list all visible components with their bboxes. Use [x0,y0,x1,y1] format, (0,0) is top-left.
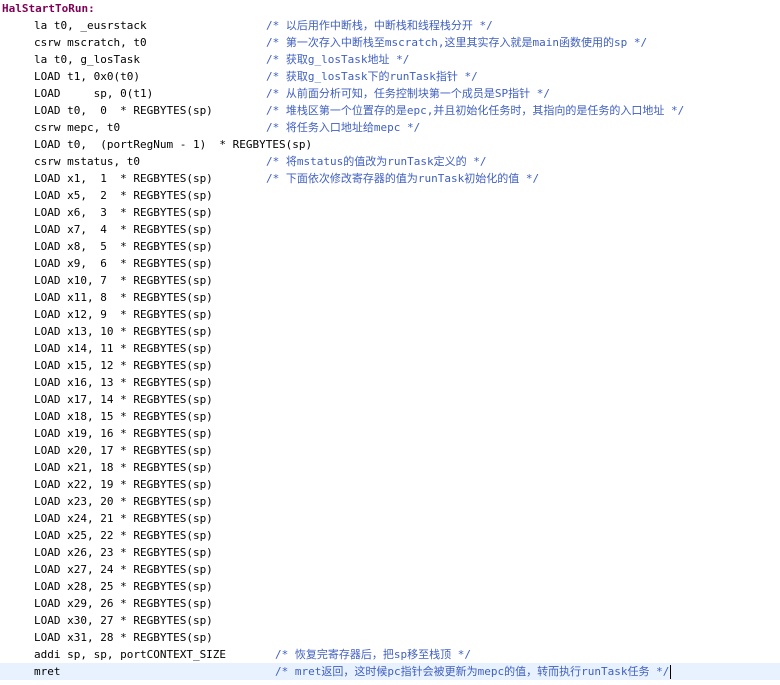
instruction: LOAD x5, 2 * REGBYTES(sp) [34,189,213,202]
code-line[interactable]: LOAD t1, 0x0(t0) /* 获取g_losTask下的runTask指… [0,68,780,85]
instruction: LOAD x24, 21 * REGBYTES(sp) [34,512,213,525]
code-line[interactable]: LOAD x29, 26 * REGBYTES(sp) [0,595,780,612]
instruction: LOAD x9, 6 * REGBYTES(sp) [34,257,213,270]
code-comment: /* mret返回，这时候pc指针会被更新为mepc的值，转而执行runTask… [275,665,670,678]
code-line[interactable]: LOAD x12, 9 * REGBYTES(sp) [0,306,780,323]
code-line[interactable]: LOAD x13, 10 * REGBYTES(sp) [0,323,780,340]
code-line[interactable]: LOAD x31, 28 * REGBYTES(sp) [0,629,780,646]
code-line[interactable]: addi sp, sp, portCONTEXT_SIZE /* 恢复完寄存器后，… [0,646,780,663]
code-line[interactable]: LOAD x9, 6 * REGBYTES(sp) [0,255,780,272]
code-comment: /* 获取g_losTask地址 */ [266,53,410,66]
code-comment: /* 第一次存入中断栈至mscratch,这里其实存入就是main函数使用的sp… [266,36,648,49]
code-line[interactable]: LOAD x6, 3 * REGBYTES(sp) [0,204,780,221]
instruction: LOAD x20, 17 * REGBYTES(sp) [34,444,213,457]
code-line[interactable]: LOAD t0, (portRegNum - 1) * REGBYTES(sp) [0,136,780,153]
instruction: la t0, _eusrstack [34,19,147,32]
instruction: LOAD x21, 18 * REGBYTES(sp) [34,461,213,474]
code-line[interactable]: LOAD x23, 20 * REGBYTES(sp) [0,493,780,510]
code-line[interactable]: la t0, _eusrstack /* 以后用作中断栈，中断栈和线程栈分开 */ [0,17,780,34]
code-comment: /* 堆栈区第一个位置存的是epc,并且初始化任务时，其指向的是任务的入口地址 … [266,104,685,117]
code-line[interactable]: LOAD x25, 22 * REGBYTES(sp) [0,527,780,544]
instruction: LOAD x17, 14 * REGBYTES(sp) [34,393,213,406]
code-line[interactable]: LOAD x24, 21 * REGBYTES(sp) [0,510,780,527]
code-line[interactable]: LOAD x15, 12 * REGBYTES(sp) [0,357,780,374]
code-line[interactable]: LOAD sp, 0(t1) /* 从前面分析可知，任务控制块第一个成员是SP指针… [0,85,780,102]
code-comment: /* 恢复完寄存器后，把sp移至栈顶 */ [275,648,471,661]
code-line[interactable]: LOAD x14, 11 * REGBYTES(sp) [0,340,780,357]
code-line[interactable]: la t0, g_losTask /* 获取g_losTask地址 */ [0,51,780,68]
instruction: mret [34,665,61,678]
instruction: csrw mepc, t0 [34,121,121,134]
code-line[interactable]: csrw mepc, t0 /* 将任务入口地址给mepc */ [0,119,780,136]
instruction: LOAD x30, 27 * REGBYTES(sp) [34,614,213,627]
code-comment: /* 下面依次修改寄存器的值为runTask初始化的值 */ [266,172,540,185]
code-line[interactable]: LOAD x27, 24 * REGBYTES(sp) [0,561,780,578]
code-comment: /* 将任务入口地址给mepc */ [266,121,421,134]
instruction: LOAD sp, 0(t1) [34,87,154,100]
instruction: LOAD x1, 1 * REGBYTES(sp) [34,172,213,185]
code-line[interactable]: LOAD x18, 15 * REGBYTES(sp) [0,408,780,425]
code-line[interactable]: LOAD x28, 25 * REGBYTES(sp) [0,578,780,595]
instruction: LOAD x18, 15 * REGBYTES(sp) [34,410,213,423]
instruction: LOAD x11, 8 * REGBYTES(sp) [34,291,213,304]
code-comment: /* 获取g_losTask下的runTask指针 */ [266,70,478,83]
instruction: LOAD t0, 0 * REGBYTES(sp) [34,104,213,117]
instruction: LOAD x14, 11 * REGBYTES(sp) [34,342,213,355]
instruction: LOAD x31, 28 * REGBYTES(sp) [34,631,213,644]
instruction: LOAD x15, 12 * REGBYTES(sp) [34,359,213,372]
code-line[interactable]: LOAD x21, 18 * REGBYTES(sp) [0,459,780,476]
instruction: LOAD x13, 10 * REGBYTES(sp) [34,325,213,338]
code-comment: /* 将mstatus的值改为runTask定义的 */ [266,155,487,168]
instruction: LOAD x12, 9 * REGBYTES(sp) [34,308,213,321]
code-comment: /* 从前面分析可知，任务控制块第一个成员是SP指针 */ [266,87,550,100]
instruction: LOAD x7, 4 * REGBYTES(sp) [34,223,213,236]
text-cursor [670,665,671,679]
instruction: csrw mscratch, t0 [34,36,147,49]
code-line[interactable]: LOAD x10, 7 * REGBYTES(sp) [0,272,780,289]
code-line[interactable]: csrw mstatus, t0 /* 将mstatus的值改为runTask定义… [0,153,780,170]
instruction: LOAD x27, 24 * REGBYTES(sp) [34,563,213,576]
code-line-label[interactable]: HalStartToRun: [0,0,780,17]
code-line[interactable]: LOAD x16, 13 * REGBYTES(sp) [0,374,780,391]
code-editor[interactable]: HalStartToRun: la t0, _eusrstack /* 以后用作中断… [0,0,780,685]
code-line[interactable]: LOAD x26, 23 * REGBYTES(sp) [0,544,780,561]
instruction: LOAD x16, 13 * REGBYTES(sp) [34,376,213,389]
instruction: addi sp, sp, portCONTEXT_SIZE [34,648,227,661]
code-comment: /* 以后用作中断栈，中断栈和线程栈分开 */ [266,19,493,32]
instruction: LOAD x22, 19 * REGBYTES(sp) [34,478,213,491]
instruction: LOAD x19, 16 * REGBYTES(sp) [34,427,213,440]
code-line[interactable]: LOAD x30, 27 * REGBYTES(sp) [0,612,780,629]
code-line[interactable]: LOAD x11, 8 * REGBYTES(sp) [0,289,780,306]
instruction: LOAD x23, 20 * REGBYTES(sp) [34,495,213,508]
code-line[interactable]: LOAD x19, 16 * REGBYTES(sp) [0,425,780,442]
instruction: la t0, g_losTask [34,53,140,66]
instruction: LOAD x8, 5 * REGBYTES(sp) [34,240,213,253]
code-line[interactable]: LOAD x22, 19 * REGBYTES(sp) [0,476,780,493]
instruction: LOAD x28, 25 * REGBYTES(sp) [34,580,213,593]
code-line[interactable]: LOAD x1, 1 * REGBYTES(sp) /* 下面依次修改寄存器的值为… [0,170,780,187]
instruction: LOAD x10, 7 * REGBYTES(sp) [34,274,213,287]
instruction: LOAD x26, 23 * REGBYTES(sp) [34,546,213,559]
instruction: LOAD x6, 3 * REGBYTES(sp) [34,206,213,219]
assembly-label: HalStartToRun: [2,2,95,15]
code-line[interactable]: LOAD x17, 14 * REGBYTES(sp) [0,391,780,408]
instruction: LOAD t0, (portRegNum - 1) * REGBYTES(sp) [34,138,313,151]
instruction: LOAD t1, 0x0(t0) [34,70,140,83]
code-line[interactable]: csrw mscratch, t0 /* 第一次存入中断栈至mscratch,这里… [0,34,780,51]
code-line[interactable]: LOAD x8, 5 * REGBYTES(sp) [0,238,780,255]
code-line[interactable]: LOAD x5, 2 * REGBYTES(sp) [0,187,780,204]
code-line[interactable]: mret /* mret返回，这时候pc指针会被更新为mepc的值，转而执行run… [0,663,780,680]
code-line[interactable]: LOAD x7, 4 * REGBYTES(sp) [0,221,780,238]
instruction: LOAD x25, 22 * REGBYTES(sp) [34,529,213,542]
instruction: LOAD x29, 26 * REGBYTES(sp) [34,597,213,610]
code-line[interactable]: LOAD x20, 17 * REGBYTES(sp) [0,442,780,459]
code-line[interactable]: LOAD t0, 0 * REGBYTES(sp) /* 堆栈区第一个位置存的是e… [0,102,780,119]
instruction: csrw mstatus, t0 [34,155,140,168]
